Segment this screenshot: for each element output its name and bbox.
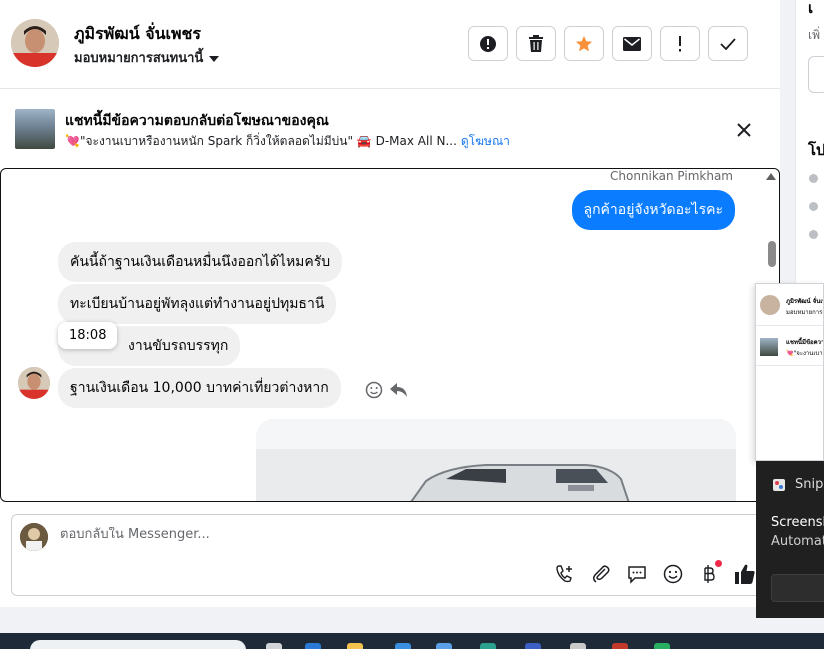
envelope-icon [623, 36, 641, 51]
ad-reply-banner: แชทนี้มีข้อความตอบกลับต่อโฆษณาของคุณ 💘"จ… [0, 100, 780, 160]
messenger-main: ภูมิรพัฒน์ จั่นเพชร มอบหมายการสนทนานี้ แ… [0, 0, 780, 607]
incoming-message[interactable]: คันนี้ถ้าฐานเงินเดือนหมื่นนึงออกได้ไหมคร… [58, 242, 343, 282]
mark-done-button[interactable] [708, 26, 748, 61]
line-icon[interactable] [654, 643, 670, 649]
attach-button[interactable] [590, 563, 612, 585]
details-input-box[interactable] [808, 56, 824, 93]
reply-input[interactable] [60, 527, 700, 542]
reply-icon[interactable] [389, 381, 409, 399]
ad-snippet: 💘"จะงานเบาหรืองานหนัก Spark ก็วิ่งให้ตลอ… [65, 134, 457, 148]
preview-header-row: ภูมิรพัฒน์ จั่นเพชร มอบหมายการสนทนานี้ [756, 284, 823, 326]
ad-banner-title: แชทนี้มีข้อความตอบกลับต่อโฆษณาของคุณ [65, 113, 329, 129]
contact-name[interactable]: ภูมิรพัฒน์ จั่นเพชร [74, 22, 201, 47]
emoji-icon [663, 564, 683, 584]
location-icon [809, 230, 818, 239]
call-button[interactable] [554, 563, 576, 585]
preview-banner-row: แชทนี้มีข้อความ 💘"จะงานเบาหรืองานหนัก [756, 326, 823, 366]
store-icon[interactable] [395, 643, 411, 649]
conversation-header: ภูมิรพัฒน์ จั่นเพชร มอบหมายการสนทนานี้ [0, 0, 780, 89]
ad-thumbnail[interactable] [15, 109, 55, 149]
caret-down-icon [209, 55, 220, 62]
preview-avatar [760, 295, 780, 315]
trash-icon [529, 34, 543, 52]
sender-avatar[interactable] [18, 367, 50, 399]
emoji-button[interactable] [662, 563, 684, 585]
scrollbar-thumb[interactable] [768, 241, 776, 267]
report-spam-button[interactable] [468, 26, 508, 61]
details-section-subtitle: เพิ่ [808, 28, 821, 42]
message-composer [11, 514, 771, 596]
star-icon [575, 35, 593, 51]
app-icon[interactable] [480, 643, 496, 649]
star-button[interactable] [564, 26, 604, 61]
follow-up-button[interactable] [660, 26, 700, 61]
screenshot-preview-popup[interactable]: ภูมิรพัฒน์ จั่นเพชร มอบหมายการสนทนานี้ แ… [755, 283, 824, 461]
app-icon[interactable] [525, 643, 541, 649]
incoming-message-text: งานขับรถบรรทุก [128, 338, 229, 354]
assign-label: มอบหมายการสนทนานี้ [74, 51, 204, 66]
conversation-toolbar [468, 26, 748, 61]
preview-banner-text: 💘"จะงานเบาหรืองานหนัก [786, 350, 823, 357]
assign-conversation-dropdown[interactable]: มอบหมายการสนทนานี้ [74, 47, 220, 68]
message-actions [365, 381, 409, 399]
incoming-message[interactable]: ฐานเงินเดือน 10,000 บาทค่าเที่ยวต่างหาก [58, 368, 341, 408]
exclamation-icon [679, 35, 681, 51]
preview-banner-title: แชทนี้มีข้อความ [786, 339, 823, 346]
page-avatar [20, 523, 48, 551]
checkmark-icon [720, 37, 736, 50]
taskbar-search-box[interactable] [30, 640, 246, 649]
clock-icon [809, 174, 818, 183]
taskview-icon[interactable] [266, 643, 282, 649]
details-section-title: เ [808, 0, 814, 17]
incoming-message[interactable]: ทะเบียนบ้านอยู่พัทลุงแต่ทำงานอยู่ปทุมธาน… [58, 284, 337, 324]
profile-section-title: โป [808, 141, 824, 159]
outgoing-message[interactable]: ลูกค้าอยู่จังหวัดอะไรคะ [571, 190, 735, 230]
scroll-up-arrow-icon[interactable] [766, 173, 776, 180]
baht-icon [704, 565, 715, 583]
app-icon[interactable] [570, 643, 586, 649]
close-banner-button[interactable] [734, 120, 754, 140]
toast-title: Screenshot copied [771, 515, 824, 530]
preview-sub: มอบหมายการสนทนานี้ [786, 309, 823, 316]
file-explorer-icon[interactable] [347, 643, 363, 649]
chat-bubble-icon [628, 566, 646, 584]
snipping-tool-notification[interactable]: Snipping Tool Screenshot copied Automati… [756, 461, 824, 618]
payment-button[interactable] [698, 560, 722, 585]
notification-dot [715, 560, 722, 567]
delete-button[interactable] [516, 26, 556, 61]
message-timestamp-tooltip: 18:08 [58, 322, 118, 349]
toast-action-button[interactable] [771, 574, 824, 602]
windows-taskbar [0, 633, 824, 649]
view-ad-link[interactable]: ดูโฆษณา [461, 134, 510, 148]
close-icon [737, 123, 751, 137]
toast-app-name: Snipping Tool [795, 477, 824, 492]
phone-plus-icon [556, 565, 572, 583]
agent-name: Chonnikan Pimkham [610, 169, 733, 183]
edge-icon[interactable] [305, 643, 321, 649]
location-icon [809, 202, 818, 211]
saved-replies-button[interactable] [626, 563, 648, 585]
thumbs-up-icon [735, 564, 755, 584]
like-button[interactable] [734, 563, 756, 585]
toast-body: Automatically saved [771, 534, 824, 549]
message-thread[interactable]: Chonnikan Pimkham ลูกค้าอยู่จังหวัดอะไรค… [0, 168, 780, 502]
paperclip-icon [592, 565, 610, 583]
app-icon[interactable] [612, 643, 628, 649]
preview-name: ภูมิรพัฒน์ จั่นเพชร [786, 298, 823, 305]
preview-thumbnail [760, 338, 778, 356]
alert-circle-icon [480, 35, 496, 52]
app-icon[interactable] [436, 643, 452, 649]
car-photo-attachment[interactable] [256, 419, 736, 501]
ad-banner-text: 💘"จะงานเบาหรืองานหนัก Spark ก็วิ่งให้ตลอ… [65, 132, 510, 151]
mark-unread-button[interactable] [612, 26, 652, 61]
composer-toolbar [554, 560, 756, 585]
react-emoji-icon[interactable] [365, 381, 383, 399]
snipping-tool-icon [773, 479, 785, 491]
avatar[interactable] [11, 19, 59, 67]
